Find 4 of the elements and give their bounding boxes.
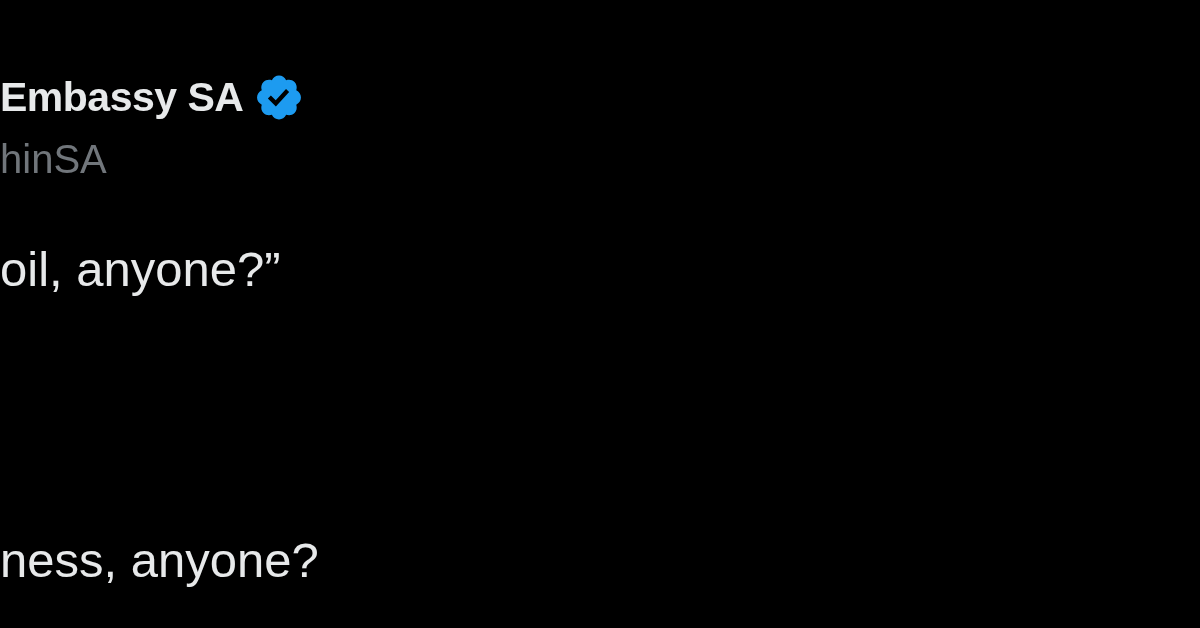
tweet-text: oil, anyone?”	[0, 245, 281, 294]
author-name: Embassy SA	[0, 76, 244, 118]
tweet-text: ness, anyone?	[0, 536, 319, 585]
author-handle: hinSA	[0, 139, 107, 179]
